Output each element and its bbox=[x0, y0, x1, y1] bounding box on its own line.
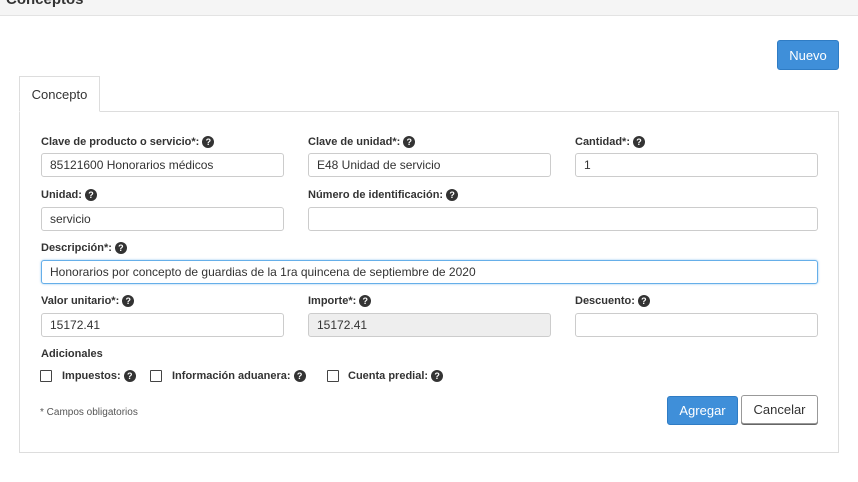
quantity-input[interactable] bbox=[575, 153, 818, 177]
taxes-checkbox[interactable] bbox=[40, 370, 52, 382]
unit-value-label: Valor unitario*: ? bbox=[41, 294, 135, 308]
product-code-label-text: Clave de producto o servicio*: bbox=[41, 136, 200, 148]
taxes-option-text: Impuestos: bbox=[62, 370, 121, 382]
unit-code-label: Clave de unidad*: ? bbox=[308, 135, 416, 149]
help-icon[interactable]: ? bbox=[122, 295, 135, 307]
help-icon[interactable]: ? bbox=[446, 189, 459, 201]
unit-label-text: Unidad: bbox=[41, 189, 82, 201]
discount-label-text: Descuento: bbox=[575, 295, 635, 307]
help-icon[interactable]: ? bbox=[403, 136, 416, 148]
help-icon[interactable]: ? bbox=[431, 370, 444, 382]
customs-info-option-text: Información aduanera: bbox=[172, 370, 291, 382]
unit-code-input[interactable] bbox=[308, 153, 551, 177]
quantity-label-text: Cantidad*: bbox=[575, 136, 630, 148]
description-label: Descripción*: ? bbox=[41, 241, 127, 255]
unit-value-label-text: Valor unitario*: bbox=[41, 295, 120, 307]
required-fields-note: * Campos obligatorios bbox=[40, 407, 138, 418]
discount-label: Descuento: ? bbox=[575, 294, 650, 308]
taxes-option-label: Impuestos: ? bbox=[62, 369, 136, 383]
property-account-checkbox[interactable] bbox=[327, 370, 339, 382]
amount-label-text: Importe*: bbox=[308, 295, 357, 307]
add-button[interactable]: Agregar bbox=[667, 396, 738, 425]
form-layer: Clave de producto o servicio*: ? Clave d… bbox=[0, 0, 858, 482]
id-number-label-text: Número de identificación: bbox=[308, 189, 444, 201]
discount-input[interactable] bbox=[575, 313, 818, 337]
help-icon[interactable]: ? bbox=[293, 370, 306, 382]
id-number-input[interactable] bbox=[308, 207, 818, 231]
help-icon[interactable]: ? bbox=[637, 295, 650, 307]
property-account-option-label: Cuenta predial: ? bbox=[348, 369, 444, 383]
customs-info-option-label: Información aduanera: ? bbox=[172, 369, 306, 383]
unit-input[interactable] bbox=[41, 207, 284, 231]
help-icon[interactable]: ? bbox=[84, 189, 97, 201]
quantity-label: Cantidad*: ? bbox=[575, 135, 645, 149]
help-icon[interactable]: ? bbox=[633, 136, 645, 148]
description-label-text: Descripción*: bbox=[41, 242, 112, 254]
description-input[interactable] bbox=[41, 260, 818, 284]
unit-code-label-text: Clave de unidad*: bbox=[308, 136, 401, 148]
customs-info-checkbox[interactable] bbox=[150, 370, 162, 382]
product-code-input[interactable] bbox=[41, 153, 284, 177]
help-icon[interactable]: ? bbox=[114, 242, 127, 254]
amount-input bbox=[308, 313, 551, 337]
amount-label: Importe*: ? bbox=[308, 294, 372, 308]
help-icon[interactable]: ? bbox=[202, 136, 215, 148]
unit-label: Unidad: ? bbox=[41, 188, 97, 202]
help-icon[interactable]: ? bbox=[359, 295, 372, 307]
product-code-label: Clave de producto o servicio*: ? bbox=[41, 135, 215, 149]
help-icon[interactable]: ? bbox=[123, 370, 136, 382]
additional-label: Adicionales bbox=[41, 348, 103, 360]
property-account-option-text: Cuenta predial: bbox=[348, 370, 429, 382]
unit-value-input[interactable] bbox=[41, 313, 284, 337]
id-number-label: Número de identificación: ? bbox=[308, 188, 459, 202]
cancel-button[interactable]: Cancelar bbox=[741, 395, 818, 424]
